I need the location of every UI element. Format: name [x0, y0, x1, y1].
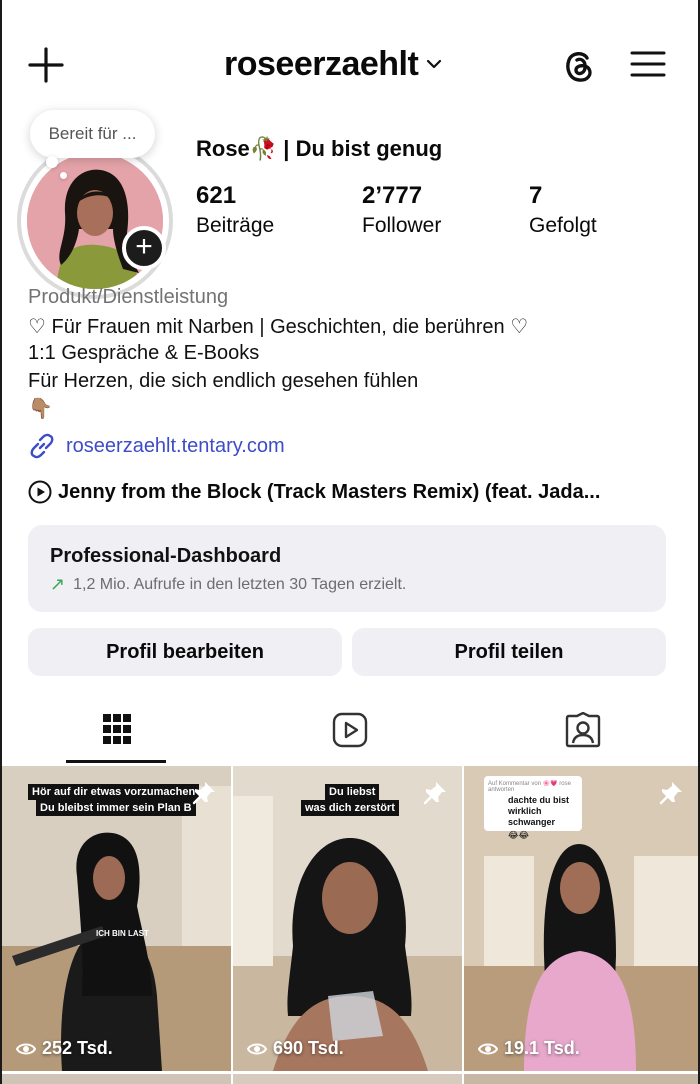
post-tile[interactable]: Du liebst was dich zerstört 690 Tsd. — [233, 766, 462, 1071]
stat-posts-label: Beiträge — [196, 214, 275, 237]
post-caption: Hör auf dir etwas vorzumachen — [28, 784, 200, 800]
edit-profile-button[interactable]: Profil bearbeiten — [28, 628, 342, 676]
post-tile[interactable]: Auf Kommentar von 🌸💗 rose antworten dach… — [464, 766, 698, 1071]
menu-button[interactable] — [630, 48, 666, 80]
post-tile-partial[interactable] — [233, 1074, 462, 1084]
view-count: 19.1 Tsd. — [478, 1038, 580, 1059]
view-count: 690 Tsd. — [247, 1038, 344, 1059]
profile-music[interactable]: Jenny from the Block (Track Masters Remi… — [28, 480, 600, 504]
trend-up-arrow-icon: ↗ — [50, 574, 66, 594]
play-circle-icon — [28, 480, 52, 504]
stat-following-label: Gefolgt — [529, 214, 597, 237]
stat-posts-value: 621 — [196, 182, 237, 209]
note-placeholder: Bereit für ... — [48, 124, 137, 143]
stat-followers-value: 2’777 — [362, 182, 423, 209]
comment-reply-card: Auf Kommentar von 🌸💗 rose antworten dach… — [484, 776, 582, 840]
display-name: Rose🥀 | Du bist genug — [196, 136, 443, 161]
bio-line: Für Herzen, die sich endlich gesehen füh… — [28, 370, 419, 392]
music-title: Jenny from the Block (Track Masters Remi… — [58, 480, 601, 503]
account-switcher[interactable]: roseerzaehlt — [224, 42, 442, 86]
bio-link[interactable]: roseerzaehlt.tentary.com — [28, 432, 285, 460]
stat-following[interactable]: 7 Gefolgt — [529, 182, 597, 238]
bio-line: 1:1 Gespräche & E-Books — [28, 342, 260, 364]
post-caption: Du bleibst immer sein Plan B — [36, 800, 196, 816]
view-count: 252 Tsd. — [16, 1038, 113, 1059]
grid-icon — [102, 714, 131, 744]
bio-line: ♡ Für Frauen mit Narben | Geschichten, d… — [28, 316, 529, 338]
create-post-button[interactable] — [26, 45, 66, 85]
reels-icon — [332, 712, 367, 748]
post-tile[interactable]: Hör auf dir etwas vorzumachen Du bleibst… — [2, 766, 231, 1071]
view-count-value: 19.1 Tsd. — [504, 1038, 580, 1058]
add-story-button[interactable]: + — [122, 226, 166, 270]
dashboard-subtitle: 1,2 Mio. Aufrufe in den letzten 30 Tagen… — [73, 575, 407, 593]
pin-icon — [659, 782, 682, 805]
stat-followers-label: Follower — [362, 214, 442, 237]
eye-icon — [16, 1043, 36, 1054]
tagged-icon — [565, 712, 600, 748]
post-tile-partial[interactable] — [2, 1074, 231, 1084]
stat-posts[interactable]: 621 Beiträge — [196, 182, 274, 238]
tab-reels[interactable] — [233, 700, 466, 764]
plus-icon: + — [135, 230, 153, 263]
threads-icon — [566, 52, 592, 82]
chevron-down-icon — [427, 59, 442, 69]
hamburger-icon — [630, 51, 666, 77]
view-count-value: 252 Tsd. — [42, 1038, 113, 1058]
post-overlay-text: ICH BIN LAST — [96, 929, 149, 938]
username: roseerzaehlt — [224, 44, 419, 83]
note-bubble-tail-small — [60, 172, 67, 179]
stat-followers[interactable]: 2’777 Follower — [362, 182, 441, 238]
active-tab-indicator — [66, 760, 166, 763]
bio-line: 👇🏽 — [28, 398, 53, 420]
pin-icon — [192, 782, 215, 805]
pin-icon — [423, 782, 446, 805]
profile-category: Produkt/Dienstleistung — [28, 286, 229, 308]
threads-button[interactable] — [560, 46, 598, 86]
comment-reply-header: Auf Kommentar von 🌸💗 rose antworten — [488, 781, 571, 793]
eye-icon — [247, 1043, 267, 1054]
tab-grid[interactable] — [0, 700, 233, 764]
tab-tagged[interactable] — [466, 700, 699, 764]
post-tile-partial[interactable] — [464, 1074, 698, 1084]
view-count-value: 690 Tsd. — [273, 1038, 344, 1058]
comment-reply-emoji: 😂😂 — [508, 830, 530, 840]
professional-dashboard[interactable]: Professional-Dashboard ↗ 1,2 Mio. Aufruf… — [28, 525, 666, 612]
eye-icon — [478, 1043, 498, 1054]
note-bubble-tail — [46, 156, 58, 168]
note-bubble[interactable]: Bereit für ... — [30, 110, 155, 158]
bio-link-text: roseerzaehlt.tentary.com — [66, 434, 285, 457]
share-profile-button[interactable]: Profil teilen — [352, 628, 666, 676]
dashboard-title: Professional-Dashboard — [50, 545, 282, 567]
post-caption: Du liebst — [325, 784, 380, 800]
plus-icon — [28, 47, 64, 83]
comment-reply-text: dachte du bist wirklich schwanger — [508, 795, 570, 827]
stat-following-value: 7 — [529, 182, 543, 209]
post-caption: was dich zerstört — [301, 800, 399, 816]
link-icon — [30, 433, 54, 459]
